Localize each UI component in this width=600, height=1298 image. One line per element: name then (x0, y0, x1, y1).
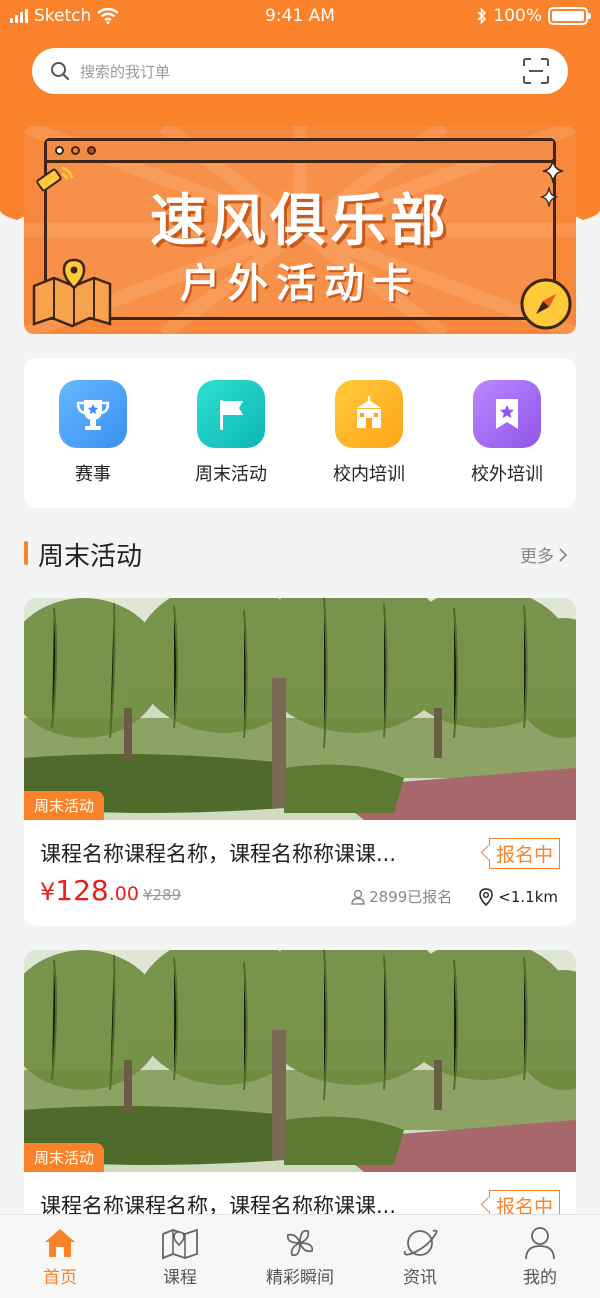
activity-card[interactable]: 周末活动 课程名称课程名称，课程名称称课课... 报名中 (24, 950, 576, 1240)
quick-item-weekend[interactable]: 周末活动 (176, 380, 286, 508)
activity-card[interactable]: 周末活动 课程名称课程名称，课程名称称课课... 报名中 ¥128.00 ¥289… (24, 598, 576, 926)
quick-item-label: 校外培训 (471, 464, 543, 485)
tab-home[interactable]: 首页 (10, 1223, 110, 1298)
sparkle-icon (542, 158, 564, 184)
price-integer: 128 (55, 874, 109, 907)
tab-moments[interactable]: 精彩瞬间 (250, 1223, 350, 1298)
category-tag: 周末活动 (24, 791, 105, 820)
quick-item-events[interactable]: 赛事 (38, 380, 148, 508)
category-tag: 周末活动 (24, 1143, 105, 1172)
original-price: ¥289 (142, 886, 182, 904)
section-accent-bar (24, 541, 28, 565)
enrolled-count: 2899已报名 (369, 888, 453, 906)
quick-item-label: 周末活动 (195, 464, 267, 485)
banner-title: 速风俱乐部 (150, 189, 450, 254)
status-bar: Sketch 9:41 AM 100% (0, 0, 600, 34)
search-icon (51, 62, 70, 81)
home-icon (43, 1223, 77, 1263)
quick-item-label: 校内培训 (333, 464, 405, 485)
search-placeholder: 搜索的我订单 (80, 62, 171, 81)
chevron-right-icon (559, 547, 568, 562)
tab-profile[interactable]: 我的 (490, 1223, 590, 1298)
map-icon (161, 1223, 199, 1263)
more-label: 更多 (520, 547, 554, 567)
tab-label: 资讯 (403, 1268, 437, 1288)
sparkle-icon (540, 187, 558, 207)
location-pin-icon (479, 887, 494, 906)
tab-label: 首页 (43, 1268, 77, 1288)
more-link[interactable]: 更多 (520, 542, 568, 567)
activity-photo: 周末活动 (24, 598, 576, 820)
trophy-icon (59, 380, 127, 448)
person-icon (351, 889, 365, 905)
quick-item-label: 赛事 (75, 464, 111, 485)
battery-icon (548, 7, 591, 25)
pinwheel-icon (282, 1223, 318, 1263)
flag-icon (197, 380, 265, 448)
tab-label: 我的 (523, 1268, 557, 1288)
price-decimal: .00 (108, 883, 139, 905)
battery-percent: 100% (493, 6, 542, 26)
distance: <1.1km (498, 887, 558, 906)
user-icon (523, 1223, 557, 1263)
search-bar[interactable]: 搜索的我订单 (32, 48, 568, 94)
tab-courses[interactable]: 课程 (130, 1223, 230, 1298)
price: ¥128.00 ¥289 (40, 874, 181, 907)
quick-menu: 赛事 周末活动 校内培训 校外培训 (24, 358, 576, 508)
bluetooth-icon (477, 8, 487, 24)
promo-banner[interactable]: 速风俱乐部 户外活动卡 (24, 126, 576, 334)
compass-icon (520, 278, 572, 330)
tab-label: 精彩瞬间 (266, 1268, 334, 1288)
scan-icon[interactable] (522, 57, 550, 85)
activity-meta: 2899已报名 <1.1km (351, 886, 558, 907)
activity-photo: 周末活动 (24, 950, 576, 1172)
status-badge: 报名中 (488, 838, 560, 869)
tab-bar: 首页 课程 精彩瞬间 资讯 我的 (0, 1214, 600, 1298)
price-currency: ¥ (40, 878, 56, 906)
map-pin-icon (32, 258, 112, 328)
bookmark-star-icon (473, 380, 541, 448)
section-title: 周末活动 (38, 542, 143, 572)
planet-icon (401, 1223, 439, 1263)
tab-news[interactable]: 资讯 (370, 1223, 470, 1298)
section-header: 周末活动 更多 (24, 534, 576, 574)
activity-name: 课程名称课程名称，课程名称称课课... (40, 842, 397, 866)
satellite-icon (36, 166, 74, 192)
school-icon (335, 380, 403, 448)
quick-item-campus-training[interactable]: 校内培训 (314, 380, 424, 508)
tab-label: 课程 (163, 1268, 197, 1288)
quick-item-offcampus-training[interactable]: 校外培训 (452, 380, 562, 508)
